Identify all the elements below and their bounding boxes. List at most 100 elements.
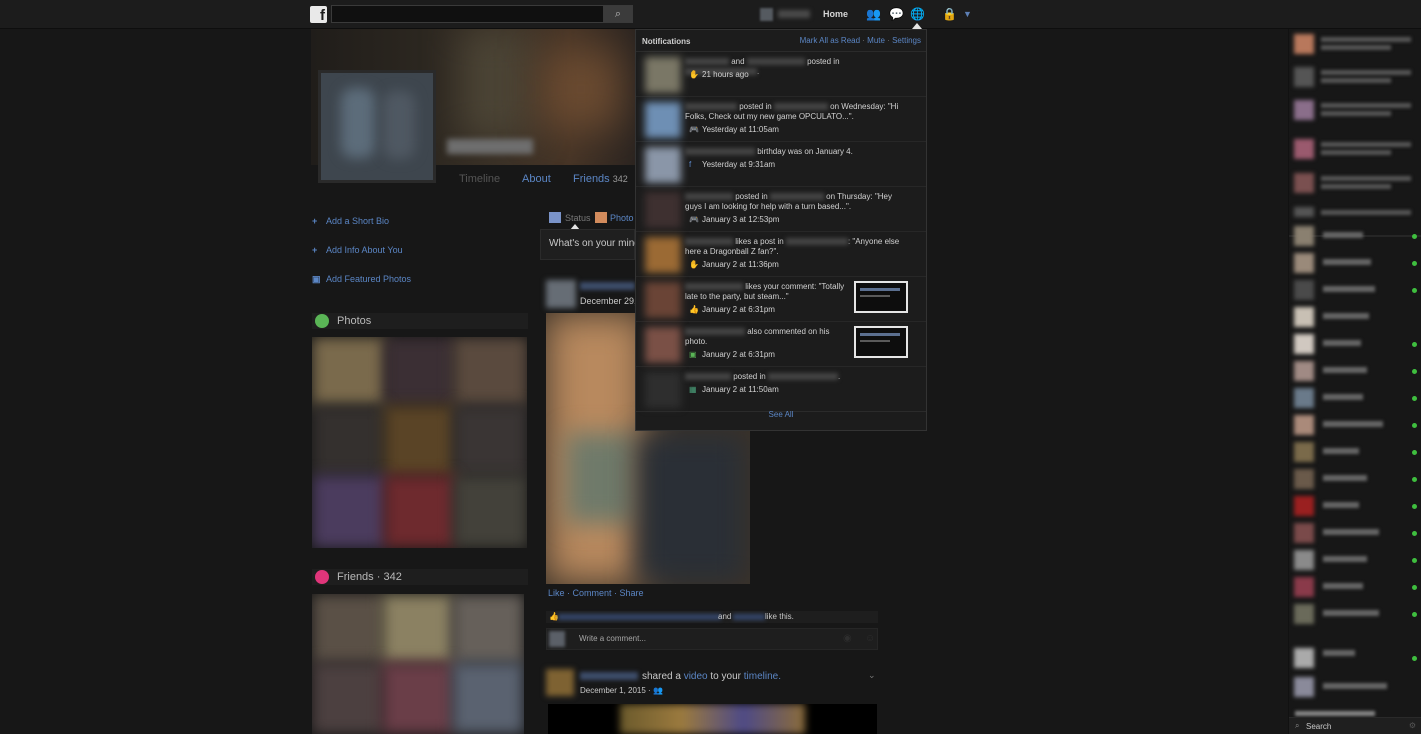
profile-picture[interactable] xyxy=(318,70,436,183)
chat-friend[interactable] xyxy=(1291,601,1417,627)
likers-more[interactable] xyxy=(733,614,765,620)
chat-friend[interactable] xyxy=(1291,412,1417,438)
mute-link[interactable]: Mute xyxy=(867,36,885,45)
add-short-bio-link[interactable]: + Add a Short Bio xyxy=(312,216,389,226)
chat-friend[interactable] xyxy=(1291,223,1417,249)
comment-placeholder: Write a comment... xyxy=(579,634,646,643)
chat-friend[interactable] xyxy=(1291,277,1417,303)
post-author-name[interactable] xyxy=(580,282,635,290)
notification-thumbnail[interactable] xyxy=(854,326,908,358)
chat-friend[interactable] xyxy=(1291,493,1417,519)
privacy-shortcuts-icon[interactable]: 🔒 xyxy=(942,8,957,21)
chat-search-bar[interactable]: ⌕ Search ⚙ xyxy=(1289,717,1421,734)
notification-text: birthday was on January 4. xyxy=(685,147,907,157)
post-video[interactable] xyxy=(548,704,877,734)
notification-item[interactable]: also commented on his photo. ▣ January 2 … xyxy=(636,322,926,367)
tab-status[interactable]: Status xyxy=(565,213,591,223)
profile-name xyxy=(447,139,533,154)
game-icon: 🎮 xyxy=(689,125,699,134)
notification-fragment: and xyxy=(731,57,745,66)
friend-requests-icon[interactable]: 👥 xyxy=(866,8,881,21)
chat-options-icon[interactable]: ⚙ xyxy=(1409,721,1416,730)
user-profile-link[interactable] xyxy=(760,8,816,21)
tab-friends[interactable]: Friends 342 xyxy=(573,173,628,185)
tab-about[interactable]: About xyxy=(522,173,551,185)
facebook-logo[interactable]: f xyxy=(310,6,327,24)
more-friends-link[interactable] xyxy=(1295,711,1375,716)
ticker-story[interactable] xyxy=(1291,98,1417,123)
post-date-text[interactable]: December 1, 2015 · xyxy=(580,686,651,695)
chat-friend[interactable] xyxy=(1291,547,1417,573)
ticker-story[interactable] xyxy=(1291,205,1417,219)
friends-count: 342 xyxy=(612,174,628,184)
comment-input[interactable]: Write a comment... ◉ ☺ xyxy=(546,628,878,650)
like-icon: 👍 xyxy=(689,305,699,314)
friends-audience-icon[interactable]: 👥 xyxy=(653,686,663,695)
plus-icon: + xyxy=(312,245,318,255)
notification-item[interactable]: posted in on Thursday: "Hey guys I am lo… xyxy=(636,187,926,232)
photos-section-header[interactable]: Photos xyxy=(312,313,528,329)
post-options-chevron-icon[interactable]: ⌄ xyxy=(868,670,876,681)
see-all-link[interactable]: See All xyxy=(636,410,926,419)
friends-grid[interactable] xyxy=(312,594,524,734)
friends-section-header[interactable]: Friends · 342 xyxy=(312,569,528,585)
notification-item[interactable]: posted in . ▦ January 2 at 11:50am xyxy=(636,367,926,412)
ticker-story[interactable] xyxy=(1291,32,1417,57)
home-link[interactable]: Home xyxy=(823,9,848,19)
status-composer-input[interactable]: What's on your mind xyxy=(540,229,640,260)
online-indicator xyxy=(1412,656,1417,661)
messages-icon[interactable]: 💬 xyxy=(889,8,904,21)
add-info-link[interactable]: + Add Info About You xyxy=(312,245,403,255)
chat-friend[interactable] xyxy=(1291,304,1417,330)
video-link[interactable]: video xyxy=(684,671,708,682)
mark-all-read-link[interactable]: Mark All as Read xyxy=(800,36,860,45)
ticker-story[interactable] xyxy=(1291,65,1417,90)
emoji-icon[interactable]: ☺ xyxy=(865,633,875,644)
chat-friend[interactable] xyxy=(1291,385,1417,411)
notification-item[interactable]: and posted in . ✋ 21 hours ago xyxy=(636,52,926,97)
post-date[interactable]: December 29, 2 xyxy=(580,296,635,306)
ticker-story[interactable] xyxy=(1291,137,1417,162)
settings-link[interactable]: Settings xyxy=(892,36,921,45)
notification-item[interactable]: likes a post in : "Anyone else here a Dr… xyxy=(636,232,926,277)
notification-item[interactable]: posted in on Wednesday: "Hi Folks, Check… xyxy=(636,97,926,142)
chat-friend[interactable] xyxy=(1291,520,1417,546)
notifications-globe-icon[interactable]: 🌐 xyxy=(910,8,925,21)
chat-friend[interactable] xyxy=(1291,439,1417,465)
post-actions[interactable]: Like · Comment · Share xyxy=(548,588,644,598)
likers-names[interactable] xyxy=(558,614,721,620)
notification-item[interactable]: likes your comment: "Totally late to the… xyxy=(636,277,926,322)
notification-item[interactable]: birthday was on January 4. f Yesterday at… xyxy=(636,142,926,187)
chat-friend[interactable] xyxy=(1291,574,1417,600)
avatar xyxy=(645,102,681,138)
notification-time-text: January 2 at 6:31pm xyxy=(702,305,775,314)
account-menu-chevron-icon[interactable]: ▼ xyxy=(960,8,975,21)
chat-friend[interactable] xyxy=(1291,250,1417,276)
add-featured-photos-link[interactable]: ▣ Add Featured Photos xyxy=(312,274,411,285)
post-date: December 1, 2015 · 👥 xyxy=(580,686,663,695)
online-indicator xyxy=(1412,396,1417,401)
notification-text: posted in . xyxy=(685,372,907,382)
avatar[interactable] xyxy=(546,280,576,308)
search-input[interactable] xyxy=(331,5,604,23)
post-author-name[interactable] xyxy=(580,672,638,681)
avatar[interactable] xyxy=(546,669,574,696)
search-button[interactable]: ⌕ xyxy=(603,5,633,23)
notification-time: ✋ January 2 at 11:36pm xyxy=(689,260,779,269)
chat-friend[interactable] xyxy=(1291,645,1417,671)
chat-friend[interactable] xyxy=(1291,331,1417,357)
notification-text: likes a post in : "Anyone else here a Dr… xyxy=(685,237,907,257)
timeline-link[interactable]: timeline. xyxy=(744,671,781,682)
camera-icon[interactable]: ◉ xyxy=(843,633,852,644)
ticker-story[interactable] xyxy=(1291,171,1417,196)
chat-friend[interactable] xyxy=(1291,358,1417,384)
chat-friend[interactable] xyxy=(1291,674,1417,700)
photos-grid[interactable] xyxy=(312,337,527,548)
top-bar: f ⌕ Home 👥 💬 🌐 🔒 ▼ xyxy=(0,0,1421,29)
notification-thumbnail[interactable] xyxy=(854,281,908,313)
chat-friend[interactable] xyxy=(1291,466,1417,492)
tab-timeline[interactable]: Timeline xyxy=(459,173,500,185)
avatar xyxy=(645,237,681,273)
tab-photo[interactable]: Photo xyxy=(610,213,634,223)
notification-fragment: posted in xyxy=(735,192,768,201)
